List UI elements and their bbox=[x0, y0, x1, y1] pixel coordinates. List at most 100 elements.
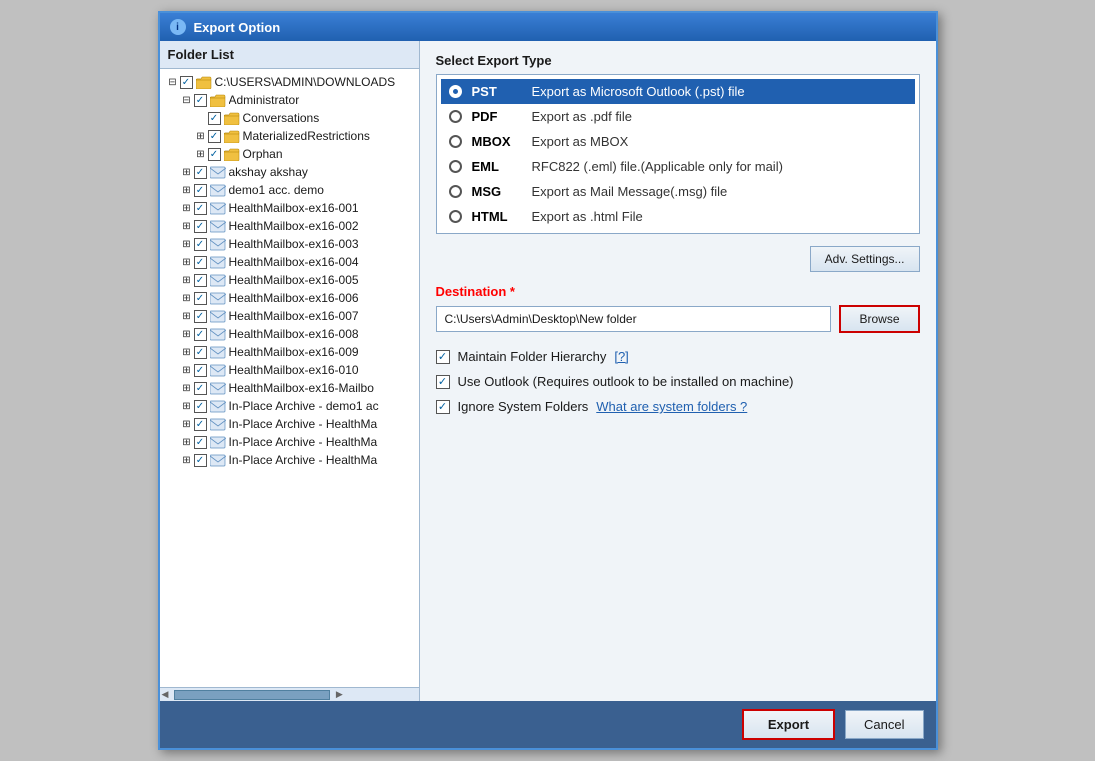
radio-btn-eml[interactable] bbox=[449, 160, 462, 173]
tree-expander[interactable]: ⊞ bbox=[180, 185, 194, 196]
export-option-html[interactable]: HTML Export as .html File bbox=[441, 204, 915, 229]
tree-checkbox[interactable] bbox=[194, 202, 207, 215]
export-desc-eml: RFC822 (.eml) file.(Applicable only for … bbox=[532, 159, 783, 174]
tree-checkbox[interactable] bbox=[194, 328, 207, 341]
tree-item[interactable]: ⊞ In-Place Archive - HealthMa bbox=[160, 415, 419, 433]
tree-expander[interactable]: ⊞ bbox=[180, 383, 194, 394]
h-scroll-thumb[interactable] bbox=[174, 690, 329, 700]
option-checkbox-maintain_hierarchy[interactable] bbox=[436, 350, 450, 364]
tree-item[interactable]: ⊞ Orphan bbox=[160, 145, 419, 163]
tree-expander[interactable]: ⊞ bbox=[180, 221, 194, 232]
radio-btn-pst[interactable] bbox=[449, 85, 462, 98]
required-marker: * bbox=[510, 284, 515, 299]
tree-item[interactable]: ⊞ demo1 acc. demo bbox=[160, 181, 419, 199]
option-checkbox-use_outlook[interactable] bbox=[436, 375, 450, 389]
export-option-pst[interactable]: PST Export as Microsoft Outlook (.pst) f… bbox=[441, 79, 915, 104]
tree-item[interactable]: ⊟ C:\USERS\ADMIN\DOWNLOADS bbox=[160, 73, 419, 91]
radio-btn-pdf[interactable] bbox=[449, 110, 462, 123]
tree-expander[interactable]: ⊟ bbox=[166, 77, 180, 88]
tree-expander[interactable]: ⊟ bbox=[180, 95, 194, 106]
tree-checkbox[interactable] bbox=[194, 418, 207, 431]
tree-item[interactable]: ⊞ HealthMailbox-ex16-007 bbox=[160, 307, 419, 325]
tree-item[interactable]: ⊞ HealthMailbox-ex16-002 bbox=[160, 217, 419, 235]
tree-expander[interactable]: ⊞ bbox=[180, 167, 194, 178]
tree-item[interactable]: ⊞ HealthMailbox-ex16-004 bbox=[160, 253, 419, 271]
tree-item[interactable]: ⊟ Administrator bbox=[160, 91, 419, 109]
tree-checkbox[interactable] bbox=[208, 148, 221, 161]
tree-expander[interactable]: ⊞ bbox=[180, 275, 194, 286]
tree-label: HealthMailbox-ex16-002 bbox=[229, 219, 415, 233]
tree-item[interactable]: ⊞ HealthMailbox-ex16-006 bbox=[160, 289, 419, 307]
tree-expander[interactable]: ⊞ bbox=[180, 311, 194, 322]
tree-expander[interactable]: ⊞ bbox=[180, 401, 194, 412]
tree-checkbox[interactable] bbox=[194, 256, 207, 269]
option-link-maintain_hierarchy[interactable]: [?] bbox=[614, 349, 628, 364]
radio-btn-html[interactable] bbox=[449, 210, 462, 223]
tree-expander[interactable]: ⊞ bbox=[180, 347, 194, 358]
tree-checkbox[interactable] bbox=[194, 310, 207, 323]
export-option-pdf[interactable]: PDF Export as .pdf file bbox=[441, 104, 915, 129]
browse-button[interactable]: Browse bbox=[839, 305, 919, 333]
tree-checkbox[interactable] bbox=[208, 130, 221, 143]
option-checkbox-ignore_system[interactable] bbox=[436, 400, 450, 414]
tree-expander[interactable]: ⊞ bbox=[180, 239, 194, 250]
tree-expander[interactable]: ⊞ bbox=[180, 257, 194, 268]
radio-btn-msg[interactable] bbox=[449, 185, 462, 198]
mailbox-icon bbox=[210, 328, 226, 341]
tree-item[interactable]: ⊞ HealthMailbox-ex16-005 bbox=[160, 271, 419, 289]
tree-item[interactable]: ⊞ In-Place Archive - demo1 ac bbox=[160, 397, 419, 415]
tree-expander[interactable]: ⊞ bbox=[180, 365, 194, 376]
option-label-maintain_hierarchy: Maintain Folder Hierarchy bbox=[458, 349, 607, 364]
tree-expander[interactable]: ⊞ bbox=[180, 455, 194, 466]
tree-checkbox[interactable] bbox=[194, 364, 207, 377]
tree-checkbox[interactable] bbox=[194, 382, 207, 395]
tree-expander[interactable]: ⊞ bbox=[194, 149, 208, 160]
tree-label: HealthMailbox-ex16-009 bbox=[229, 345, 415, 359]
tree-expander[interactable]: ⊞ bbox=[180, 203, 194, 214]
tree-checkbox[interactable] bbox=[194, 346, 207, 359]
tree-checkbox[interactable] bbox=[194, 184, 207, 197]
tree-checkbox[interactable] bbox=[194, 238, 207, 251]
options-section: Maintain Folder Hierarchy [?] Use Outloo… bbox=[436, 349, 920, 414]
export-type-name-html: HTML bbox=[472, 209, 522, 224]
tree-checkbox[interactable] bbox=[194, 94, 207, 107]
export-option-mbox[interactable]: MBOX Export as MBOX bbox=[441, 129, 915, 154]
folder-tree[interactable]: ⊟ C:\USERS\ADMIN\DOWNLOADS ⊟ Administrat… bbox=[160, 69, 419, 687]
tree-expander[interactable]: ⊞ bbox=[180, 293, 194, 304]
export-option-msg[interactable]: MSG Export as Mail Message(.msg) file bbox=[441, 179, 915, 204]
mailbox-icon bbox=[210, 364, 226, 377]
tree-checkbox[interactable] bbox=[194, 166, 207, 179]
tree-checkbox[interactable] bbox=[194, 292, 207, 305]
tree-item[interactable]: ⊞ In-Place Archive - HealthMa bbox=[160, 433, 419, 451]
tree-item[interactable]: Conversations bbox=[160, 109, 419, 127]
tree-item[interactable]: ⊞ HealthMailbox-ex16-008 bbox=[160, 325, 419, 343]
tree-expander[interactable]: ⊞ bbox=[180, 329, 194, 340]
tree-checkbox[interactable] bbox=[194, 400, 207, 413]
tree-expander[interactable]: ⊞ bbox=[180, 437, 194, 448]
tree-item[interactable]: ⊞ HealthMailbox-ex16-Mailbo bbox=[160, 379, 419, 397]
export-option-eml[interactable]: EML RFC822 (.eml) file.(Applicable only … bbox=[441, 154, 915, 179]
tree-label: C:\USERS\ADMIN\DOWNLOADS bbox=[215, 75, 415, 89]
tree-checkbox[interactable] bbox=[194, 220, 207, 233]
radio-btn-mbox[interactable] bbox=[449, 135, 462, 148]
cancel-button[interactable]: Cancel bbox=[845, 710, 923, 739]
tree-expander[interactable]: ⊞ bbox=[194, 131, 208, 142]
tree-checkbox[interactable] bbox=[194, 436, 207, 449]
tree-item[interactable]: ⊞ HealthMailbox-ex16-010 bbox=[160, 361, 419, 379]
horizontal-scrollbar[interactable]: ◀ ▶ bbox=[160, 687, 419, 701]
tree-item[interactable]: ⊞ In-Place Archive - HealthMa bbox=[160, 451, 419, 469]
tree-item[interactable]: ⊞ HealthMailbox-ex16-009 bbox=[160, 343, 419, 361]
export-button[interactable]: Export bbox=[742, 709, 835, 740]
destination-input[interactable] bbox=[436, 306, 832, 332]
tree-item[interactable]: ⊞ MaterializedRestrictions bbox=[160, 127, 419, 145]
tree-expander[interactable]: ⊞ bbox=[180, 419, 194, 430]
tree-checkbox[interactable] bbox=[194, 454, 207, 467]
tree-item[interactable]: ⊞ akshay akshay bbox=[160, 163, 419, 181]
adv-settings-button[interactable]: Adv. Settings... bbox=[810, 246, 920, 272]
tree-checkbox[interactable] bbox=[194, 274, 207, 287]
tree-item[interactable]: ⊞ HealthMailbox-ex16-001 bbox=[160, 199, 419, 217]
option-link-ignore_system[interactable]: What are system folders ? bbox=[596, 399, 747, 414]
tree-item[interactable]: ⊞ HealthMailbox-ex16-003 bbox=[160, 235, 419, 253]
tree-checkbox[interactable] bbox=[180, 76, 193, 89]
tree-checkbox[interactable] bbox=[208, 112, 221, 125]
